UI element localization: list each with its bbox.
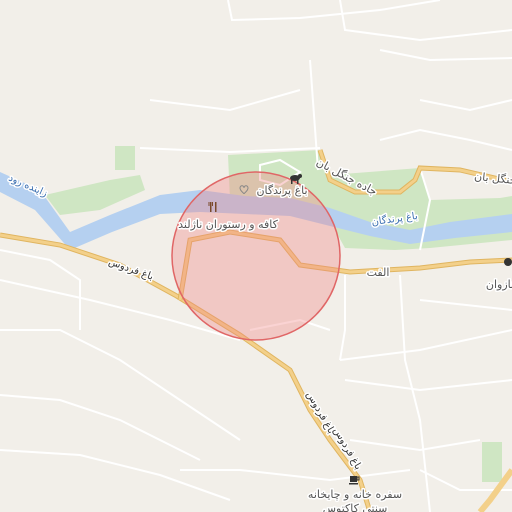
teahouse-label-2: سنتی کاکتوس bbox=[323, 502, 388, 512]
nazvan-label: نازوان bbox=[486, 278, 512, 291]
restaurant-label: کافه و رستوران ناژلند bbox=[178, 218, 278, 231]
park-area-small-left bbox=[115, 146, 135, 170]
poi-marker-icon[interactable] bbox=[504, 258, 512, 266]
teahouse-label: سفره خانه و چایخانه bbox=[308, 488, 402, 501]
park-area-bottom-right bbox=[482, 442, 502, 482]
teahouse-cup-icon[interactable] bbox=[349, 476, 360, 485]
highlight-radius-circle[interactable] bbox=[172, 172, 340, 340]
bird-garden-top-label: باغ پرندگان bbox=[256, 184, 307, 197]
map-svg[interactable]: زاینده رود کافه و رستوران ناژلند باغ پرن… bbox=[0, 0, 512, 512]
map-canvas[interactable]: زاینده رود کافه و رستوران ناژلند باغ پرن… bbox=[0, 0, 512, 512]
alefat-label: الفت bbox=[367, 266, 390, 279]
